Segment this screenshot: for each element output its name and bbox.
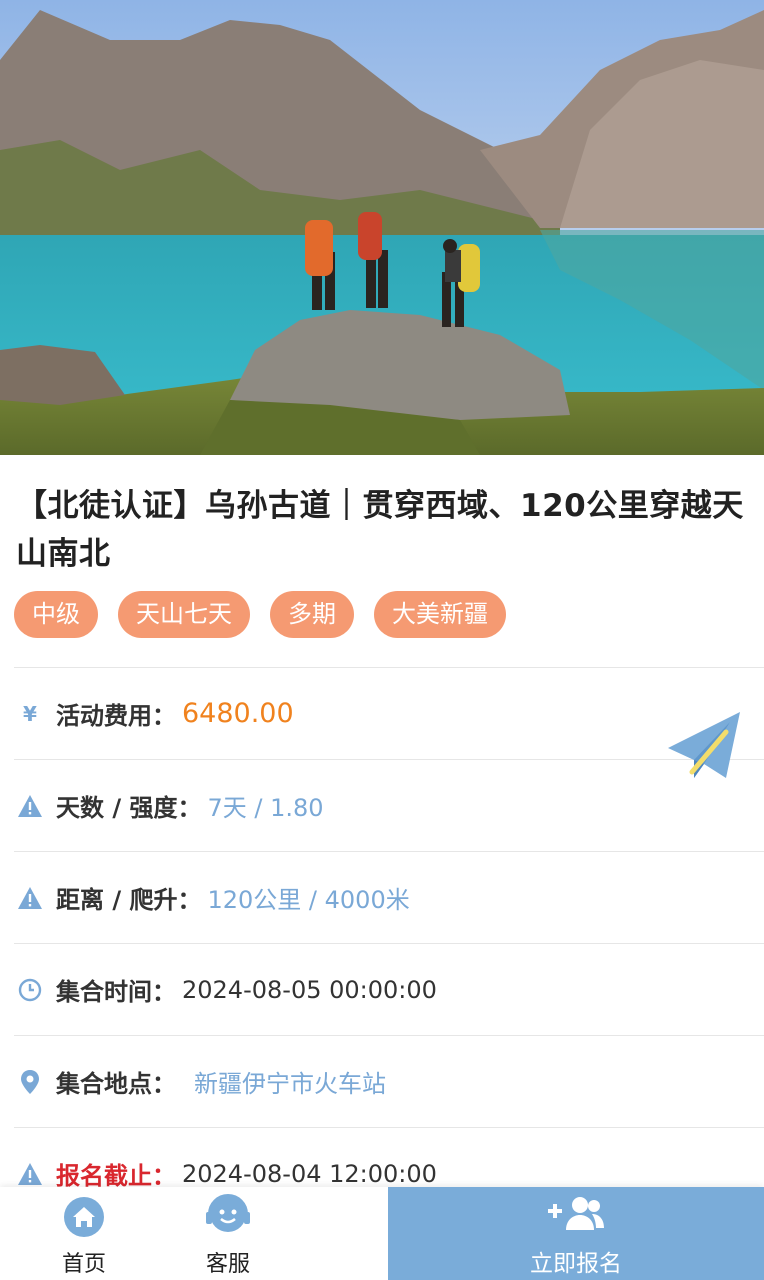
days-value: 7天 / 1.80 <box>207 794 324 822</box>
meet-place-row[interactable]: 集合地点： 新疆伊宁市火车站 <box>14 1035 764 1127</box>
hero-image <box>0 0 764 455</box>
meet-time-value: 2024-08-05 00:00:00 <box>182 975 437 1004</box>
activity-title: 【北徒认证】乌孙古道｜贯穿西域、120公里穿越天山南北 <box>16 488 744 572</box>
nav-home-label: 首页 <box>61 1252 106 1277</box>
days-row: 天数 / 强度： 7天 / 1.80 <box>14 759 764 851</box>
signup-button[interactable]: 立即报名 <box>388 1187 764 1280</box>
paper-plane-icon[interactable] <box>664 708 744 788</box>
fee-label: 活动费用： <box>56 702 176 730</box>
warning-icon <box>16 1160 44 1188</box>
tag-list: 中级 天山七天 多期 大美新疆 <box>14 591 506 638</box>
distance-value: 120公里 / 4000米 <box>207 886 410 914</box>
signup-label: 立即报名 <box>530 1251 622 1277</box>
clock-icon <box>16 976 44 1004</box>
tag-periods: 多期 <box>270 591 354 638</box>
warning-icon <box>16 884 44 912</box>
distance-row: 距离 / 爬升： 120公里 / 4000米 <box>14 851 764 943</box>
meet-place-value[interactable]: 新疆伊宁市火车站 <box>194 1064 386 1099</box>
deadline-value: 2024-08-04 12:00:00 <box>182 1159 437 1188</box>
meet-place-label: 集合地点： <box>56 1070 176 1098</box>
fee-row: ¥ 活动费用： 6480.00 <box>14 667 764 759</box>
nav-home[interactable]: 首页 <box>0 1187 168 1280</box>
tag-level: 中级 <box>14 591 98 638</box>
tag-route: 天山七天 <box>118 591 250 638</box>
fee-value: 6480.00 <box>182 698 294 729</box>
nav-service-label: 客服 <box>205 1252 250 1277</box>
add-user-icon <box>546 1194 606 1236</box>
bottom-nav: 首页 客服 立即报名 <box>0 1187 764 1280</box>
info-list: ¥ 活动费用： 6480.00 天数 / 强度： 7天 / 1.80 距离 / … <box>14 667 764 1219</box>
customer-service-icon <box>204 1190 252 1242</box>
home-icon <box>63 1196 105 1242</box>
tag-region: 大美新疆 <box>374 591 506 638</box>
location-pin-icon <box>16 1068 44 1096</box>
warning-icon <box>16 792 44 820</box>
nav-service[interactable]: 客服 <box>168 1187 288 1280</box>
deadline-label: 报名截止： <box>56 1162 176 1190</box>
distance-label: 距离 / 爬升： <box>56 886 202 914</box>
meet-time-row: 集合时间： 2024-08-05 00:00:00 <box>14 943 764 1035</box>
days-label: 天数 / 强度： <box>56 794 202 822</box>
meet-time-label: 集合时间： <box>56 978 176 1006</box>
yen-icon: ¥ <box>23 701 37 726</box>
